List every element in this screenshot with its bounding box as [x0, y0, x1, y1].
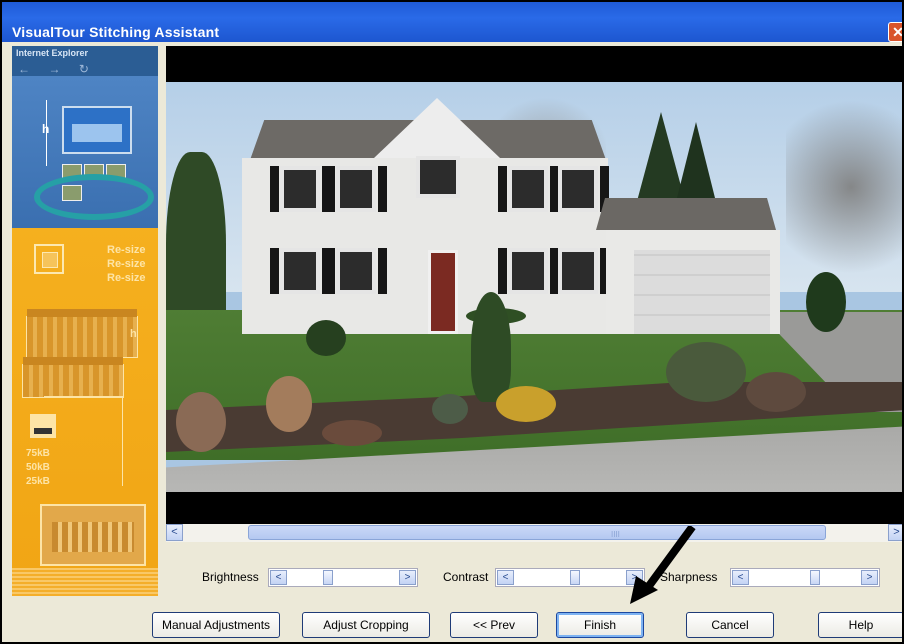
panorama-thumbnail	[62, 106, 132, 154]
wizard-sidebar-graphic: Internet Explorer ← → ↻ h Re-size Re-siz…	[12, 46, 158, 596]
sidebar-browser-label: Internet Explorer	[16, 48, 89, 58]
flow-line	[44, 396, 122, 397]
close-icon[interactable]: ✕	[888, 22, 902, 42]
scroll-right-button[interactable]: >	[888, 524, 902, 541]
scroll-left-button[interactable]: <	[166, 524, 183, 541]
contrast-label: Contrast	[443, 570, 489, 584]
refresh-icon: ↻	[78, 62, 89, 76]
compress-icon	[30, 414, 56, 438]
stitching-assistant-window: VisualTour Stitching Assistant ✕ Interne…	[0, 0, 904, 644]
sidebar-browser-bar: Internet Explorer ← → ↻	[12, 46, 158, 76]
adjust-cropping-button[interactable]: Adjust Cropping	[302, 612, 430, 638]
house-strip-illustration	[26, 309, 138, 358]
resize-label: Re-size	[107, 258, 146, 270]
back-arrow-icon: ←	[18, 62, 30, 76]
sharpness-slider[interactable]: < >	[730, 568, 880, 587]
sharpness-label: Sharpness	[660, 570, 718, 584]
horizontal-scrollbar[interactable]: < IIII >	[166, 524, 902, 542]
sharpness-decrease-button[interactable]: <	[732, 570, 749, 585]
house-photo	[166, 82, 902, 492]
resize-icon	[34, 244, 64, 274]
contrast-slider[interactable]: < >	[495, 568, 645, 587]
manual-adjustments-button[interactable]: Manual Adjustments	[152, 612, 280, 638]
final-tour-thumbnail	[40, 504, 146, 566]
scroll-grip-icon: IIII	[611, 530, 620, 539]
panorama-ring-illustration	[34, 174, 154, 220]
height-label: h	[42, 122, 50, 136]
file-size-label: 25kB	[26, 476, 50, 487]
sidebar-nav-icons: ← → ↻	[18, 60, 152, 76]
brightness-decrease-button[interactable]: <	[270, 570, 287, 585]
contrast-slider-thumb[interactable]	[570, 570, 580, 585]
panorama-preview[interactable]	[166, 46, 902, 524]
sidebar-stripes	[12, 568, 158, 596]
file-size-label: 50kB	[26, 462, 50, 473]
cancel-button[interactable]: Cancel	[686, 612, 774, 638]
brightness-increase-button[interactable]: >	[399, 570, 416, 585]
file-size-label: 75kB	[26, 448, 50, 459]
brightness-slider[interactable]: < >	[268, 568, 418, 587]
contrast-decrease-button[interactable]: <	[497, 570, 514, 585]
title-bar: VisualTour Stitching Assistant ✕	[2, 2, 902, 42]
sharpness-increase-button[interactable]: >	[861, 570, 878, 585]
help-button[interactable]: Help	[818, 612, 902, 638]
prev-button[interactable]: << Prev	[450, 612, 538, 638]
house-strip-illustration-2	[22, 357, 124, 398]
sharpness-slider-thumb[interactable]	[810, 570, 820, 585]
resize-label: Re-size	[107, 272, 146, 284]
height-label-2: h	[130, 328, 137, 340]
brightness-label: Brightness	[202, 570, 259, 584]
flow-line	[122, 396, 123, 486]
resize-label: Re-size	[107, 244, 146, 256]
contrast-increase-button[interactable]: >	[626, 570, 643, 585]
forward-arrow-icon: →	[48, 62, 61, 76]
scroll-thumb[interactable]: IIII	[248, 525, 826, 540]
brightness-slider-thumb[interactable]	[323, 570, 333, 585]
finish-button[interactable]: Finish	[556, 612, 644, 638]
window-title: VisualTour Stitching Assistant	[12, 24, 220, 40]
